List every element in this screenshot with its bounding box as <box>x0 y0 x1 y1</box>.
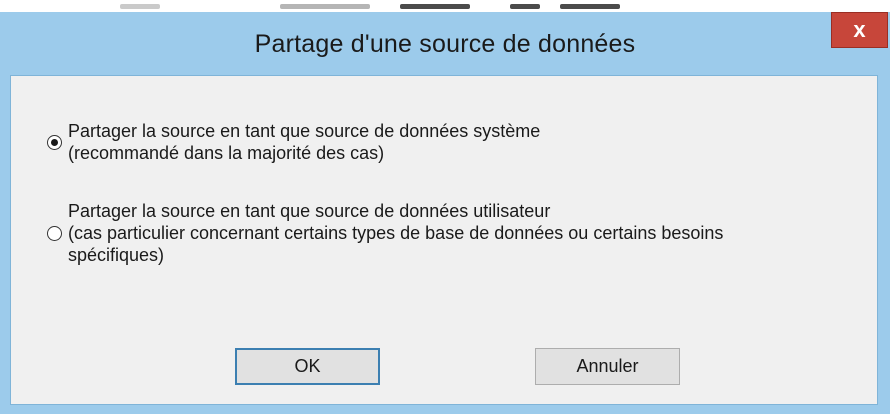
option-user-source-line-2: (cas particulier concernant certains typ… <box>68 223 724 243</box>
option-system-source-label: Partager la source en tant que source de… <box>68 120 540 164</box>
dialog-title: Partage d'une source de données <box>254 30 636 58</box>
option-user-source-line-1: Partager la source en tant que source de… <box>68 201 551 221</box>
close-icon: x <box>853 17 866 42</box>
dialog-content: Partager la source en tant que source de… <box>10 75 878 405</box>
option-system-source[interactable]: Partager la source en tant que source de… <box>47 120 540 164</box>
radio-system-source[interactable] <box>47 134 62 150</box>
option-user-source[interactable]: Partager la source en tant que source de… <box>47 200 867 266</box>
screen: Partage d'une source de données x Partag… <box>0 0 890 414</box>
title-bar[interactable]: Partage d'une source de données x <box>0 12 890 75</box>
option-user-source-label: Partager la source en tant que source de… <box>68 200 723 266</box>
option-system-source-line-1: Partager la source en tant que source de… <box>68 121 541 141</box>
cancel-button[interactable]: Annuler <box>535 348 680 385</box>
option-system-source-line-2: (recommandé dans la majorité des cas) <box>68 143 385 163</box>
close-button[interactable]: x <box>831 12 888 48</box>
option-user-source-line-3: spécifiques) <box>68 245 165 265</box>
background-window-strip <box>0 0 890 12</box>
ok-button[interactable]: OK <box>235 348 380 385</box>
share-data-source-dialog: Partage d'une source de données x Partag… <box>0 12 890 414</box>
radio-user-source[interactable] <box>47 225 62 241</box>
